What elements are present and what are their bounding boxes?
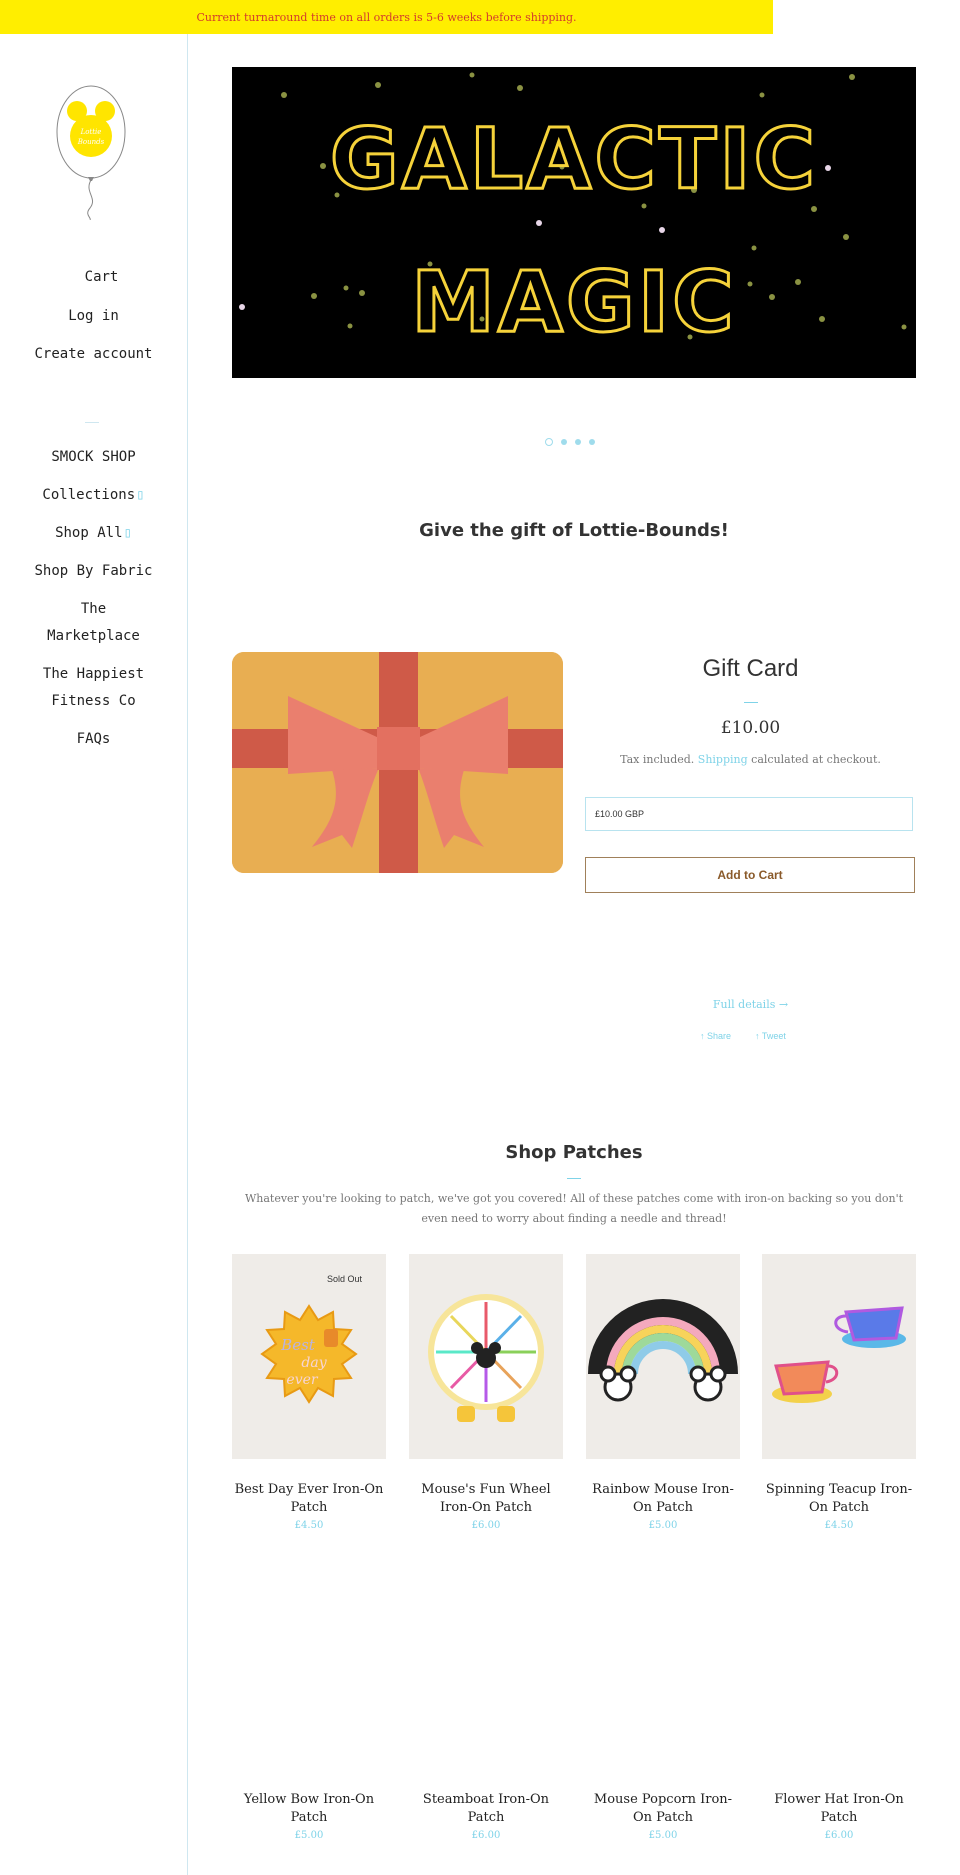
product-price: £10.00: [720, 718, 781, 738]
nav-collections[interactable]: Collections▯: [0, 482, 187, 520]
gift-card-image[interactable]: [232, 652, 563, 873]
product-card[interactable]: Steamboat Iron-On Patch £6.00: [409, 1791, 563, 1841]
product-name[interactable]: Spinning Teacup Iron-On Patch: [762, 1481, 916, 1517]
product-card[interactable]: Flower Hat Iron-On Patch £6.00: [762, 1791, 916, 1841]
nav-smock-shop[interactable]: SMOCK SHOP: [0, 444, 187, 482]
denomination-value: £10.00 GBP: [595, 809, 645, 819]
product-card[interactable]: Mouse Popcorn Iron-On Patch £5.00: [586, 1791, 740, 1841]
product-price: £6.00: [471, 1520, 501, 1531]
patches-description: Whatever you're looking to patch, we've …: [244, 1192, 904, 1225]
main-nav: SMOCK SHOP Collections▯ Shop All▯ Shop B…: [0, 444, 187, 764]
nav-login[interactable]: Log in: [0, 303, 187, 341]
patch-teacup-image: [762, 1254, 916, 1459]
product-title: Gift Card: [702, 655, 799, 682]
product-card[interactable]: Best day ever Sold Out Best Day Ever Iro…: [232, 1254, 386, 1531]
patch-fun-wheel-image: [409, 1254, 563, 1459]
tax-prefix: Tax included.: [620, 753, 695, 766]
patch-rainbow-mouse-image: [586, 1254, 740, 1459]
nav-create-account[interactable]: Create account: [0, 341, 187, 379]
add-to-cart-button[interactable]: Add to Cart: [585, 857, 915, 893]
product-price: £6.00: [824, 1830, 854, 1841]
nav-shop-all[interactable]: Shop All▯: [0, 520, 187, 558]
hero-line1: GALACTIC: [330, 110, 818, 208]
logo-text-line2: Bounds: [77, 138, 105, 146]
share-row: ↑ Share ↑ Tweet: [700, 1031, 786, 1041]
nav-marketplace[interactable]: The Marketplace: [0, 596, 187, 661]
announcement-bar: Current turnaround time on all orders is…: [0, 0, 773, 34]
slider-dot-2[interactable]: [561, 439, 567, 445]
product-price: £4.50: [824, 1520, 854, 1531]
hero-slide[interactable]: GALACTIC MAGIC: [232, 67, 916, 378]
product-price: £5.00: [648, 1520, 678, 1531]
tax-note: Tax included. Shipping calculated at che…: [585, 753, 916, 766]
slider-dot-3[interactable]: [575, 439, 581, 445]
product-name[interactable]: Best Day Ever Iron-On Patch: [232, 1481, 386, 1517]
svg-text:day: day: [301, 1355, 327, 1371]
nav-happiest-fitness[interactable]: The Happiest Fitness Co: [0, 661, 187, 726]
nav-collections-label: Collections: [42, 487, 136, 503]
product-card[interactable]: Mouse's Fun Wheel Iron-On Patch £6.00: [409, 1254, 563, 1531]
slider-dot-1[interactable]: [545, 438, 553, 446]
product-name[interactable]: Yellow Bow Iron-On Patch: [232, 1791, 386, 1827]
nav-marketplace-line2: Marketplace: [47, 628, 140, 644]
sidebar: Lottie Bounds Cart Log in Create account…: [0, 34, 188, 1875]
denomination-select[interactable]: £10.00 GBP: [585, 797, 913, 831]
product-image[interactable]: Best day ever Sold Out: [232, 1254, 386, 1459]
chevron-down-icon[interactable]: ▯: [136, 487, 144, 503]
account-nav: Cart Log in Create account: [0, 264, 187, 379]
nav-shop-all-label: Shop All: [55, 525, 123, 541]
patch-best-day-image: Best day ever: [232, 1254, 386, 1459]
svg-text:ever: ever: [286, 1372, 318, 1388]
slider-dots: [545, 438, 595, 446]
title-divider: [744, 702, 758, 703]
product-price: £6.00: [471, 1830, 501, 1841]
patches-divider: [567, 1178, 581, 1179]
nav-cart[interactable]: Cart: [0, 264, 187, 303]
gift-box-illustration: [232, 652, 563, 873]
product-price: £4.50: [294, 1520, 324, 1531]
product-name[interactable]: Rainbow Mouse Iron-On Patch: [586, 1481, 740, 1517]
product-image[interactable]: [586, 1254, 740, 1459]
nav-marketplace-line1: The: [80, 601, 107, 617]
logo-text-line1: Lottie: [80, 128, 102, 136]
slider-dot-4[interactable]: [589, 439, 595, 445]
product-price: £5.00: [294, 1830, 324, 1841]
product-price: £5.00: [648, 1830, 678, 1841]
nav-divider: [85, 422, 99, 423]
product-card[interactable]: Rainbow Mouse Iron-On Patch £5.00: [586, 1254, 740, 1531]
product-image[interactable]: [409, 1254, 563, 1459]
product-name[interactable]: Mouse Popcorn Iron-On Patch: [586, 1791, 740, 1827]
tax-suffix: calculated at checkout.: [751, 753, 881, 766]
product-card[interactable]: Spinning Teacup Iron-On Patch £4.50: [762, 1254, 916, 1531]
nav-faqs[interactable]: FAQs: [0, 726, 187, 764]
gift-heading: Give the gift of Lottie-Bounds!: [419, 520, 729, 541]
sold-out-badge: Sold Out: [326, 1274, 362, 1284]
svg-text:Best: Best: [280, 1336, 316, 1354]
nav-happiest-line1: The Happiest: [42, 666, 145, 682]
product-name[interactable]: Steamboat Iron-On Patch: [409, 1791, 563, 1827]
tweet-link[interactable]: ↑ Tweet: [755, 1031, 786, 1041]
nav-shop-by-fabric[interactable]: Shop By Fabric: [0, 558, 187, 596]
product-card[interactable]: Yellow Bow Iron-On Patch £5.00: [232, 1791, 386, 1841]
share-link[interactable]: ↑ Share: [700, 1031, 731, 1041]
shipping-link[interactable]: Shipping: [698, 753, 748, 766]
announcement-text: Current turnaround time on all orders is…: [196, 10, 577, 24]
product-image[interactable]: [762, 1254, 916, 1459]
product-name[interactable]: Flower Hat Iron-On Patch: [762, 1791, 916, 1827]
hero-image: GALACTIC MAGIC: [232, 67, 916, 378]
nav-happiest-line2: Fitness Co: [51, 693, 136, 709]
logo[interactable]: Lottie Bounds: [54, 84, 128, 220]
full-details-link[interactable]: Full details →: [585, 998, 916, 1011]
hero-line2: MAGIC: [411, 253, 736, 351]
chevron-down-icon[interactable]: ▯: [124, 525, 132, 541]
patches-heading: Shop Patches: [505, 1142, 643, 1163]
product-name[interactable]: Mouse's Fun Wheel Iron-On Patch: [409, 1481, 563, 1517]
